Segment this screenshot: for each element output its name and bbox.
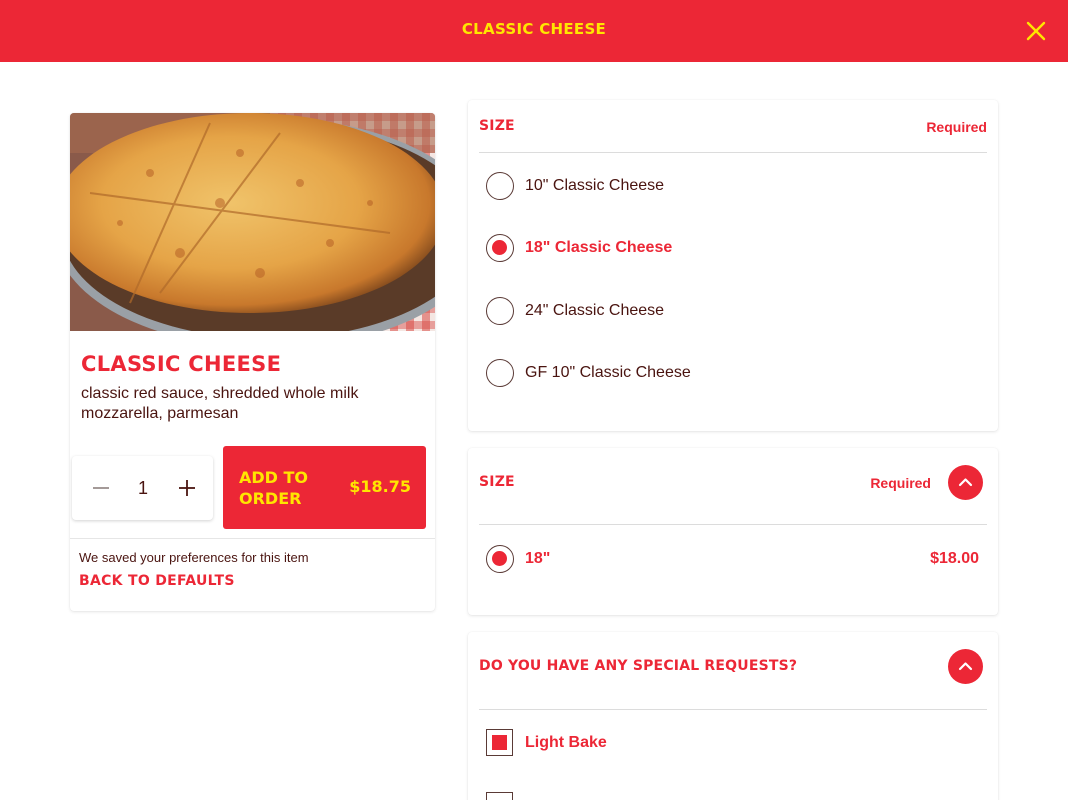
radio-button[interactable]	[486, 359, 514, 387]
add-to-order-price: $18.75	[349, 477, 411, 496]
size-option[interactable]: GF 10" Classic Cheese	[486, 358, 966, 388]
size-option[interactable]: 24" Classic Cheese	[486, 296, 966, 326]
close-icon[interactable]	[1023, 18, 1049, 44]
radio-button-selected[interactable]	[486, 234, 514, 262]
request-option[interactable]: Light Bake	[486, 728, 966, 758]
size-option[interactable]: 18" Classic Cheese	[486, 233, 966, 263]
add-to-order-label: ADD TO ORDER	[239, 468, 309, 508]
option-label: GF 10" Classic Cheese	[525, 364, 691, 381]
item-card: CLASSIC CHEESE classic red sauce, shredd…	[70, 113, 435, 611]
checkbox[interactable]	[486, 792, 513, 800]
required-label: Required	[870, 475, 931, 491]
item-photo	[70, 113, 435, 331]
option-label: 18" Classic Cheese	[525, 239, 673, 256]
option-label: 10" Classic Cheese	[525, 177, 665, 194]
quantity-stepper: 1	[72, 456, 213, 520]
radio-button[interactable]	[486, 172, 514, 200]
divider	[479, 709, 987, 710]
saved-preferences-note: We saved your preferences for this item	[79, 550, 309, 565]
divider	[70, 538, 435, 539]
size-option[interactable]: 10" Classic Cheese	[486, 171, 966, 201]
minus-icon[interactable]	[89, 476, 113, 500]
option-label: 18"	[525, 550, 551, 567]
required-label: Required	[926, 119, 987, 135]
option-label: Light Bake	[525, 734, 607, 751]
section-title: SIZE	[479, 474, 515, 490]
size-section-2: SIZE Required 18" $18.00	[468, 448, 998, 615]
section-title: DO YOU HAVE ANY SPECIAL REQUESTS?	[479, 658, 798, 674]
quantity-value[interactable]: 1	[128, 478, 158, 499]
item-description: classic red sauce, shredded whole milk m…	[81, 385, 359, 422]
checkbox-checked[interactable]	[486, 729, 513, 756]
plus-icon[interactable]	[175, 476, 199, 500]
size-section: SIZE Required 10" Classic Cheese 18" Cla…	[468, 100, 998, 431]
section-title: SIZE	[479, 118, 515, 134]
modal-header: CLASSIC CHEESE	[0, 0, 1068, 62]
pizza-image	[70, 113, 435, 331]
chevron-up-icon	[958, 662, 973, 671]
collapse-button[interactable]	[948, 649, 983, 684]
divider	[479, 524, 987, 525]
option-price: $18.00	[930, 550, 979, 567]
item-title: CLASSIC CHEESE	[81, 352, 282, 376]
chevron-up-icon	[958, 478, 973, 487]
radio-button-selected[interactable]	[486, 545, 514, 573]
add-to-order-button[interactable]: ADD TO ORDER $18.75	[223, 446, 426, 529]
size-option[interactable]: 18" $18.00	[486, 544, 979, 574]
divider	[479, 152, 987, 153]
radio-button[interactable]	[486, 297, 514, 325]
back-to-defaults-link[interactable]: BACK TO DEFAULTS	[79, 573, 235, 589]
modal-title: CLASSIC CHEESE	[461, 20, 607, 38]
option-label: 24" Classic Cheese	[525, 302, 665, 319]
special-requests-section: DO YOU HAVE ANY SPECIAL REQUESTS? Light …	[468, 632, 998, 800]
request-option[interactable]	[486, 791, 966, 800]
collapse-button[interactable]	[948, 465, 983, 500]
